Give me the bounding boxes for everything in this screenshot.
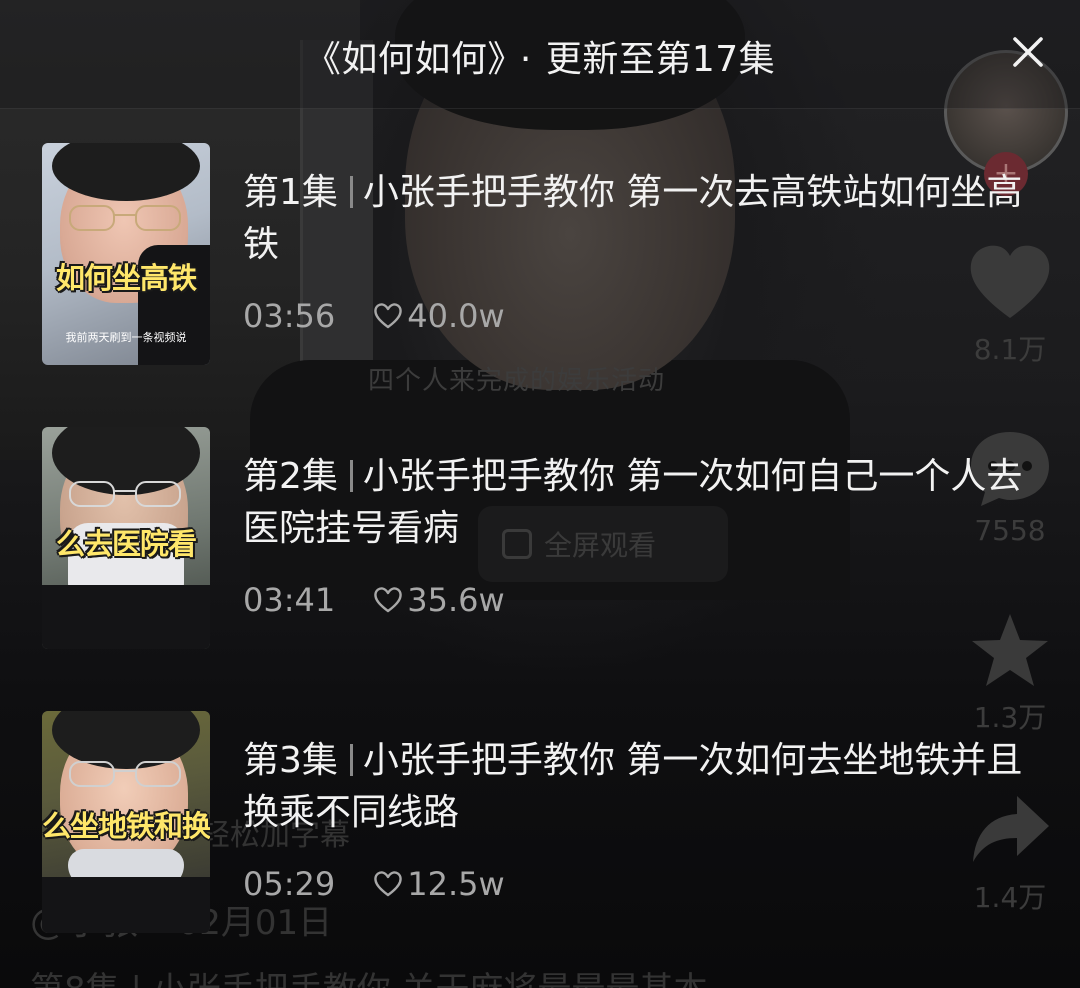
episode-like-count: 35.6w [407, 581, 505, 619]
episode-title-text: 小张手把手教你 第一次如何去坐地铁并且换乘不同线路 [243, 740, 1023, 833]
update-status: 更新至第17集 [545, 39, 776, 80]
episode-label: 第2集 [243, 456, 338, 497]
heart-outline-icon [374, 587, 402, 613]
episode-label: 第1集 [243, 172, 338, 213]
glasses-icon [69, 761, 181, 787]
series-title: 《如何如何》 [304, 39, 506, 80]
panel-title: 《如何如何》 · 更新至第17集 [0, 30, 1080, 82]
close-icon[interactable] [1008, 32, 1048, 72]
glasses-icon [69, 205, 181, 231]
episode-like-count: 40.0w [407, 297, 505, 335]
episode-title[interactable]: 第2集 小张手把手教你 第一次如何自己一个人去医院挂号看病 [243, 451, 1023, 555]
episode-title-text: 小张手把手教你 第一次去高铁站如何坐高铁 [243, 172, 1023, 265]
heart-outline-icon [374, 871, 402, 897]
thumbnail-subtitle: 我前两天刷到一条视频说 [65, 331, 187, 344]
title-separator: · [519, 39, 532, 80]
episode-meta: 05:29 12.5w [243, 865, 505, 903]
episode-item-1[interactable]: 如何坐高铁 我前两天刷到一条视频说 第1集 小张手把手教你 第一次去高铁站如何坐高… [0, 143, 1080, 365]
background-description: 第8集 | 小张手把手教你 关于麻将最最最基本 [30, 962, 708, 988]
episode-duration: 03:41 [243, 581, 336, 619]
background-subtitle: 四个人来完成的娱乐活动 [368, 366, 666, 396]
episode-item-2[interactable]: 么去医院看 第2集 小张手把手教你 第一次如何自己一个人去医院挂号看病 03:41… [0, 427, 1080, 649]
thumbnail-caption: 么坐地铁和换 [42, 809, 210, 843]
thumbnail-caption: 么去医院看 [55, 527, 197, 561]
episode-meta: 03:56 40.0w [243, 297, 505, 335]
title-divider [349, 176, 353, 208]
thumbnail-coat [42, 877, 210, 933]
episode-thumbnail[interactable]: 么坐地铁和换 [42, 711, 210, 933]
episode-likes: 35.6w [373, 581, 505, 619]
episode-panel-header: 《如何如何》 · 更新至第17集 [0, 0, 1080, 109]
episode-like-count: 12.5w [407, 865, 505, 903]
episode-list-screen: 四个人来完成的娱乐活动 全屏观看 轻松加字幕 @小张 · 02月01日 第8集 … [0, 0, 1080, 988]
thumbnail-caption: 如何坐高铁 [55, 261, 197, 295]
episode-duration: 03:56 [243, 297, 336, 335]
episode-title[interactable]: 第3集 小张手把手教你 第一次如何去坐地铁并且换乘不同线路 [243, 735, 1023, 839]
episode-title[interactable]: 第1集 小张手把手教你 第一次去高铁站如何坐高铁 [243, 167, 1023, 271]
episode-item-3[interactable]: 么坐地铁和换 第3集 小张手把手教你 第一次如何去坐地铁并且换乘不同线路 05:2… [0, 711, 1080, 933]
episode-thumbnail[interactable]: 如何坐高铁 我前两天刷到一条视频说 [42, 143, 210, 365]
thumbnail-coat [42, 585, 210, 649]
episode-label: 第3集 [243, 740, 338, 781]
episode-likes: 40.0w [373, 297, 505, 335]
episode-meta: 03:41 35.6w [243, 581, 505, 619]
episode-thumbnail[interactable]: 么去医院看 [42, 427, 210, 649]
title-divider [349, 460, 353, 492]
heart-outline-icon [374, 303, 402, 329]
episode-likes: 12.5w [373, 865, 505, 903]
episode-duration: 05:29 [243, 865, 336, 903]
episode-title-text: 小张手把手教你 第一次如何自己一个人去医院挂号看病 [243, 456, 1023, 549]
title-divider [349, 744, 353, 776]
glasses-icon [69, 481, 181, 507]
